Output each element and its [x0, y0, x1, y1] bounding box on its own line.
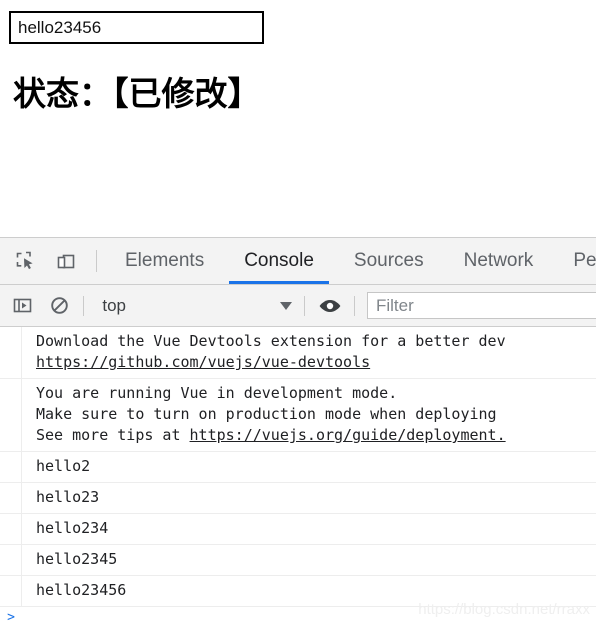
message-gutter — [0, 379, 22, 451]
tab-performance[interactable]: Pe — [553, 238, 596, 284]
devtools-tab-list: Elements Console Sources Network Pe — [105, 238, 596, 284]
message-gutter — [0, 483, 22, 513]
execution-context-label: top — [102, 295, 126, 315]
tab-elements-label: Elements — [125, 250, 205, 271]
tab-performance-label: Pe — [573, 250, 596, 271]
console-message[interactable]: hello234 — [0, 514, 596, 545]
devtools-panel: Elements Console Sources Network Pe top … — [0, 237, 596, 642]
tab-sources-label: Sources — [353, 250, 424, 271]
message-line: See more tips at — [36, 426, 190, 444]
execution-context-select[interactable]: top — [90, 293, 298, 319]
message-text: hello23 — [36, 488, 100, 506]
console-message[interactable]: Download the Vue Devtools extension for … — [0, 327, 596, 379]
message-gutter — [0, 514, 22, 544]
tab-console[interactable]: Console — [224, 238, 334, 284]
console-toolbar: top — [0, 285, 596, 327]
message-gutter — [0, 545, 22, 575]
console-filter-input[interactable] — [366, 292, 596, 319]
devtools-tabbar: Elements Console Sources Network Pe — [0, 238, 596, 285]
chevron-down-icon — [280, 301, 293, 310]
tab-console-label: Console — [244, 250, 314, 271]
message-line: Make sure to turn on production mode whe… — [36, 405, 497, 423]
message-line: Download the Vue Devtools extension for … — [36, 332, 506, 350]
message-line: You are running Vue in development mode. — [36, 384, 398, 402]
console-message[interactable]: hello2345 — [0, 545, 596, 576]
live-expression-eye-icon[interactable] — [311, 296, 348, 316]
console-message[interactable]: You are running Vue in development mode.… — [0, 379, 596, 452]
tab-elements[interactable]: Elements — [105, 238, 224, 284]
toolbar-divider — [304, 295, 306, 316]
console-message[interactable]: hello2 — [0, 452, 596, 483]
console-output[interactable]: Download the Vue Devtools extension for … — [0, 327, 596, 642]
status-heading: 状态：【已修改】 — [13, 74, 261, 113]
message-text: hello2345 — [36, 550, 118, 568]
message-gutter — [0, 452, 22, 482]
clear-console-icon[interactable] — [41, 295, 78, 316]
tab-network-label: Network — [463, 250, 534, 271]
toolbar-divider — [354, 295, 355, 316]
message-text: Download the Vue Devtools extension for … — [22, 327, 596, 378]
message-text: hello23456 — [36, 581, 127, 599]
prompt-arrow-icon: > — [7, 610, 15, 625]
console-message[interactable]: hello23 — [0, 483, 596, 514]
web-page-viewport: 状态：【已修改】 — [0, 0, 596, 237]
message-gutter — [0, 327, 22, 378]
device-toolbar-icon[interactable] — [46, 238, 86, 284]
vue-devtools-link[interactable]: https://github.com/vuejs/vue-devtools — [36, 353, 370, 371]
toolbar-divider — [83, 295, 85, 316]
console-sidebar-icon[interactable] — [4, 295, 41, 316]
console-input-line[interactable]: > — [0, 607, 596, 625]
tab-network[interactable]: Network — [444, 238, 554, 284]
message-text: hello234 — [36, 519, 109, 537]
console-message[interactable]: hello23456 — [0, 576, 596, 607]
tab-sources[interactable]: Sources — [334, 238, 444, 284]
message-gutter — [0, 576, 22, 606]
toolbar-divider — [96, 250, 97, 272]
message-text: You are running Vue in development mode.… — [22, 379, 596, 451]
inspect-element-icon[interactable] — [6, 238, 46, 284]
vue-deployment-link[interactable]: https://vuejs.org/guide/deployment. — [190, 426, 506, 444]
message-text: hello2 — [36, 457, 91, 475]
message-text-input[interactable] — [9, 11, 264, 44]
